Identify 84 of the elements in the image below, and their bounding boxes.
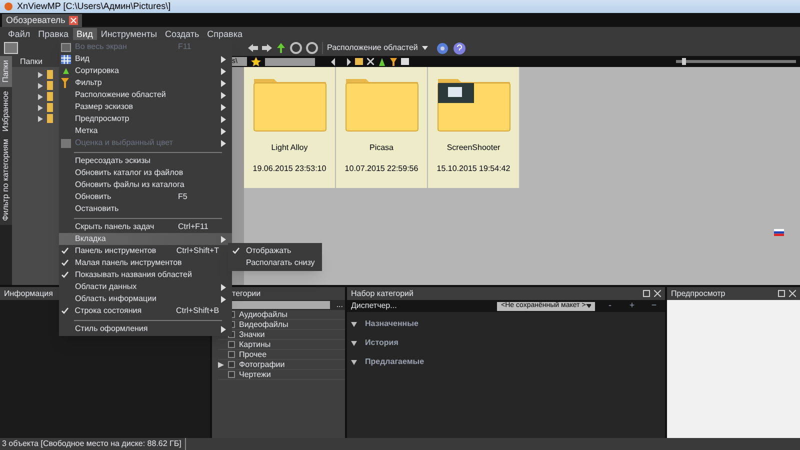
float-icon[interactable] xyxy=(778,290,785,297)
toolbar-button[interactable]: − xyxy=(647,299,661,313)
panel-title: Набор категорий xyxy=(351,288,414,300)
slider-thumb[interactable] xyxy=(682,58,686,65)
menu-bar-item[interactable]: Инструменты xyxy=(96,28,161,40)
menu-bar-item[interactable]: Файл xyxy=(4,28,34,40)
menu-item[interactable]: Остановить xyxy=(59,203,232,215)
thumbnail-card[interactable]: Light Alloy 19.06.2015 23:53:10 xyxy=(244,67,336,188)
flag-icon xyxy=(774,229,784,236)
group-header[interactable]: История xyxy=(351,337,665,349)
group-header[interactable]: Предлагаемые xyxy=(351,356,665,368)
side-tab[interactable]: Избранное xyxy=(0,86,12,136)
layout-button[interactable]: Расположение областей xyxy=(322,42,432,54)
thumbnail-date: 19.06.2015 23:53:10 xyxy=(252,163,326,175)
menu-bar-item[interactable]: Вид xyxy=(72,28,97,40)
menu-item[interactable]: Строка состояния Ctrl+Shift+B xyxy=(59,305,232,317)
menu-item[interactable]: Показывать названия областей xyxy=(59,269,232,281)
search-field[interactable] xyxy=(265,58,315,66)
thumbnail-name: Picasa xyxy=(369,142,394,154)
manager-link[interactable]: Диспетчер... xyxy=(351,300,489,312)
side-tab[interactable]: Фильтр по категориям xyxy=(0,135,12,226)
category-item[interactable]: Чертежи xyxy=(218,370,345,380)
toolbar-button[interactable]: + xyxy=(625,299,639,313)
float-icon[interactable] xyxy=(643,290,650,297)
menu-item[interactable]: Пересоздать эскизы xyxy=(59,155,232,167)
category-item[interactable]: Фотографии xyxy=(218,360,345,370)
sort-arrows-icon[interactable] xyxy=(378,58,386,66)
thumbnail-card[interactable]: Picasa 10.07.2015 22:59:56 xyxy=(336,67,428,188)
checkbox[interactable] xyxy=(228,371,235,378)
menu-item[interactable]: Обновить файлы из каталога xyxy=(59,179,232,191)
menu-item[interactable]: Размер эскизов xyxy=(59,101,232,113)
menu-bar-item[interactable]: Создать xyxy=(160,28,204,40)
collapse-arrow-icon xyxy=(351,322,357,326)
menu-item[interactable]: Предпросмотр xyxy=(59,113,232,125)
menu-item[interactable]: Фильтр xyxy=(59,77,232,89)
menu-item[interactable]: Метка xyxy=(59,125,232,137)
thumbnail-date: 15.10.2015 19:54:42 xyxy=(436,163,510,175)
help-icon[interactable] xyxy=(452,42,466,54)
filter-icon xyxy=(61,78,69,88)
checkbox[interactable] xyxy=(228,341,235,348)
group-header[interactable]: Назначенные xyxy=(351,318,665,330)
check-icon xyxy=(232,247,240,255)
expand-arrow-icon[interactable] xyxy=(218,362,224,368)
menu-item[interactable]: Скрыть панель задач Ctrl+F11 xyxy=(59,221,232,233)
star-icon[interactable] xyxy=(251,57,261,66)
toolbar-button[interactable]: - xyxy=(603,299,617,313)
panel-title: Предпросмотр xyxy=(671,288,726,300)
menu-item[interactable]: Вид xyxy=(59,53,232,65)
collapse-arrow-icon xyxy=(351,360,357,364)
thumbnail-name: Light Alloy xyxy=(271,142,308,154)
browser-tab[interactable]: Обозреватель xyxy=(2,14,82,27)
submenu-arrow-icon xyxy=(221,236,226,242)
menu-item[interactable]: Расположение областей xyxy=(59,89,232,101)
close-icon[interactable] xyxy=(789,290,796,297)
checkbox[interactable] xyxy=(228,351,235,358)
side-tab[interactable]: Папки xyxy=(0,56,12,86)
checkbox[interactable] xyxy=(228,361,235,368)
sort-arrows-icon xyxy=(61,66,71,76)
close-icon[interactable] xyxy=(367,58,374,65)
menu-item[interactable]: Обновить F5 xyxy=(59,191,232,203)
forward-arrow-icon[interactable] xyxy=(262,43,272,53)
menu-item[interactable]: Обновить каталог из файлов xyxy=(59,167,232,179)
up-arrow-icon[interactable] xyxy=(276,43,286,53)
back-arrow-icon[interactable] xyxy=(248,43,258,53)
category-item[interactable]: Картины xyxy=(218,340,345,350)
collapse-arrow-icon xyxy=(351,340,357,346)
menu-bar-item[interactable]: Справка xyxy=(203,28,246,40)
category-item[interactable]: Прочее xyxy=(218,350,345,360)
menu-bar-item[interactable]: Правка xyxy=(34,28,73,40)
menu-item[interactable]: Вкладка xyxy=(59,233,232,245)
thumbnail-name: ScreenShooter xyxy=(446,142,500,154)
menu-item[interactable]: Сортировка xyxy=(59,65,232,77)
close-icon[interactable] xyxy=(654,290,661,297)
caret-icon xyxy=(422,46,428,50)
caret-icon xyxy=(586,304,591,308)
app-logo-icon xyxy=(4,2,13,11)
filter-icon[interactable] xyxy=(390,58,397,66)
more-button[interactable]: ... xyxy=(334,299,345,311)
check-icon xyxy=(61,307,69,315)
thumbnail-card[interactable]: ScreenShooter 15.10.2015 19:54:42 xyxy=(428,67,520,188)
status-text: 3 объекта [Свободное место на диске: 88.62 ГБ] xyxy=(2,438,186,450)
thumbnail-date: 10.07.2015 22:59:56 xyxy=(344,163,418,175)
submenu-arrow-icon xyxy=(221,326,226,332)
window-title: XnViewMP [C:\Users\Админ\Pictures\] xyxy=(17,0,171,13)
